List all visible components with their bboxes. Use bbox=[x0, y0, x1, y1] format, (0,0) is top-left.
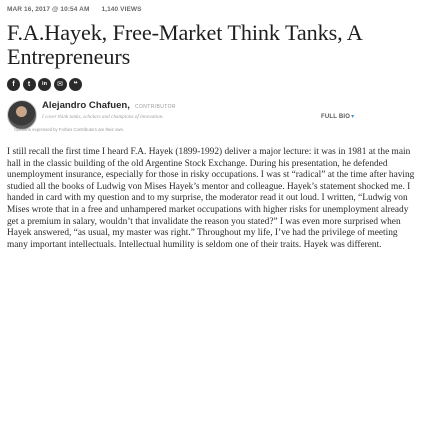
email-icon[interactable]: ✉ bbox=[53, 77, 67, 91]
article-paragraph: I still recall the first time I heard F.… bbox=[7, 147, 415, 250]
linkedin-icon[interactable]: in bbox=[38, 77, 51, 91]
twitter-glyph: t bbox=[27, 80, 31, 88]
full-bio-button[interactable]: FULL BIO▾ bbox=[321, 113, 354, 120]
linkedin-glyph: in bbox=[42, 80, 47, 87]
article-title: F.A.Hayek, Free-Market Think Tanks, A En… bbox=[7, 20, 362, 69]
article-page: MAR 16, 2017 @ 10:54 AM 1,140 VIEWS F.A.… bbox=[0, 0, 422, 422]
facebook-icon[interactable]: f bbox=[7, 77, 20, 91]
chevron-down-icon: ▾ bbox=[351, 114, 355, 120]
comment-icon[interactable]: ❝ bbox=[69, 77, 82, 91]
author-role: CONTRIBUTOR bbox=[134, 104, 176, 110]
twitter-icon[interactable]: t bbox=[22, 77, 36, 91]
author-bio: I cover think tanks, scholars and champi… bbox=[42, 114, 164, 120]
author-name-link[interactable]: Alejandro Chafuen, bbox=[42, 100, 130, 111]
publish-date: MAR 16, 2017 @ 10:54 AM bbox=[7, 5, 90, 13]
facebook-glyph: f bbox=[12, 80, 15, 88]
author-name-line: Alejandro Chafuen, CONTRIBUTOR bbox=[42, 100, 176, 111]
share-bar: f t in ✉ ❝ bbox=[7, 77, 416, 91]
full-bio-label: FULL BIO bbox=[321, 114, 351, 120]
article-body: I still recall the first time I heard F.… bbox=[7, 147, 419, 251]
view-count: 1,140 VIEWS bbox=[101, 5, 142, 13]
comment-glyph: ❝ bbox=[73, 80, 78, 88]
contributor-disclaimer: Opinions expressed by Forbes Contributor… bbox=[14, 127, 125, 132]
email-glyph: ✉ bbox=[57, 80, 63, 88]
article-meta: MAR 16, 2017 @ 10:54 AM 1,140 VIEWS bbox=[7, 4, 416, 14]
avatar[interactable] bbox=[7, 100, 37, 130]
author-byline: Alejandro Chafuen, CONTRIBUTOR I cover t… bbox=[7, 98, 416, 142]
